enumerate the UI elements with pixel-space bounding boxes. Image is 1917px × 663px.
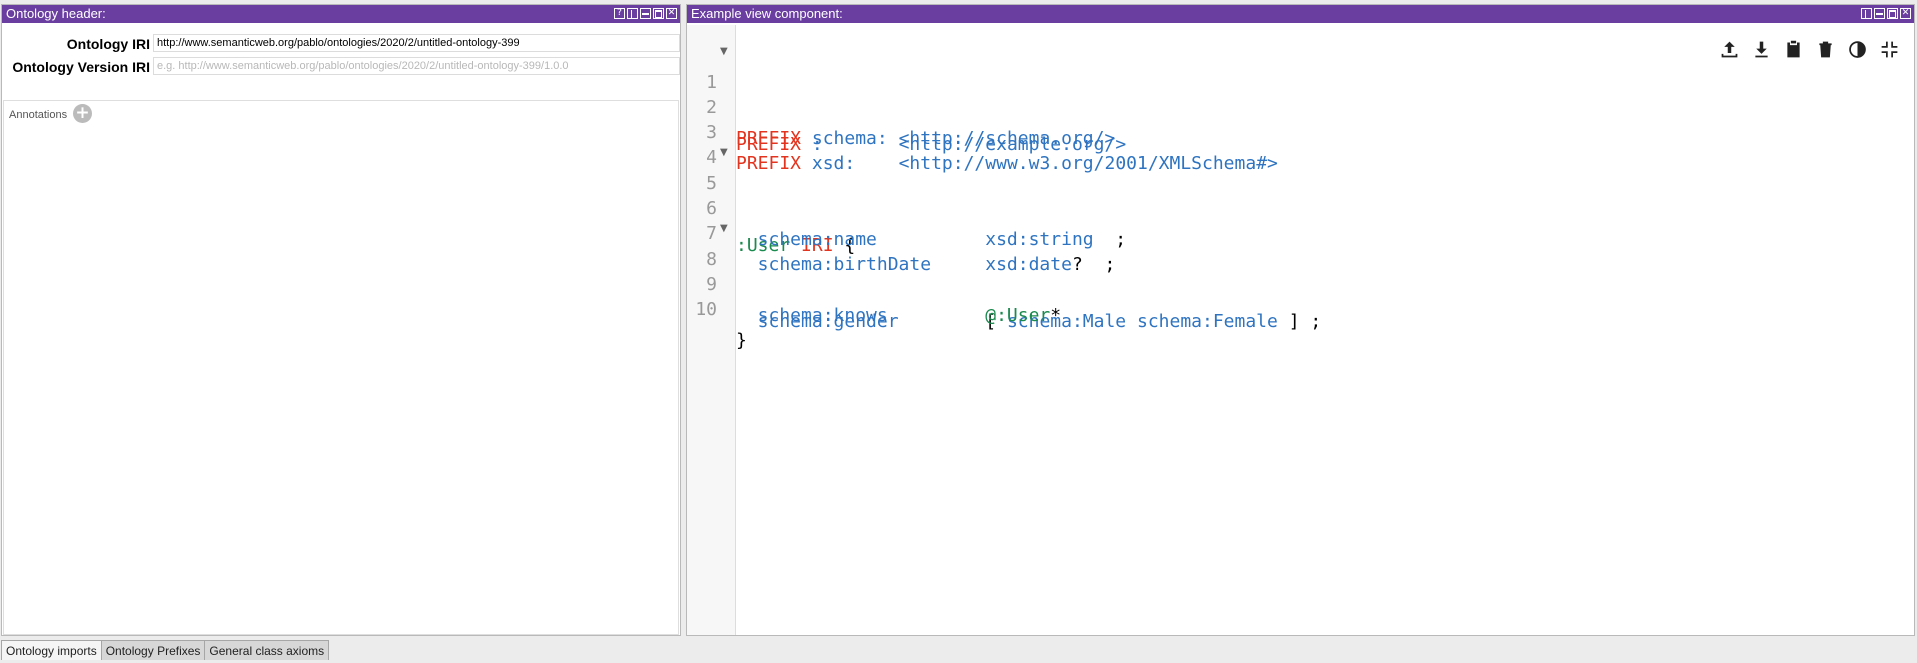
panel-title: Example view component:	[691, 6, 843, 21]
contrast-icon[interactable]	[1847, 39, 1868, 60]
code-line: 10 }	[687, 263, 1914, 351]
window-buttons: ? ✕	[614, 8, 677, 19]
tab-ontology-prefixes[interactable]: Ontology Prefixes	[100, 640, 206, 660]
shape-reference: @:User	[985, 305, 1051, 326]
maximize-icon[interactable]	[1887, 8, 1898, 19]
tab-general-class-axioms[interactable]: General class axioms	[204, 640, 330, 660]
ontology-header-panel: Ontology header: ? ✕ Ontology IRI http:/…	[1, 4, 681, 636]
version-iri-label: Ontology Version IRI	[12, 59, 150, 75]
download-icon[interactable]	[1751, 39, 1772, 60]
annotations-section: Annotations +	[3, 100, 679, 635]
punctuation: *	[1050, 305, 1062, 326]
minimize-icon[interactable]	[1874, 8, 1885, 19]
editor-toolbar	[1719, 39, 1900, 60]
ontology-iri-row: Ontology IRI http://www.semanticweb.org/…	[2, 33, 680, 53]
punctuation: }	[736, 330, 747, 351]
window-buttons: ✕	[1861, 8, 1911, 19]
example-view-panel: Example view component: ✕ 1 ▼ PREFIX : <…	[686, 4, 1915, 636]
close-icon[interactable]: ✕	[666, 8, 677, 19]
tab-ontology-imports[interactable]: Ontology imports	[1, 640, 102, 660]
panel-title: Ontology header:	[6, 6, 106, 21]
add-annotation-icon[interactable]: +	[73, 104, 92, 123]
bottom-tab-bar: Ontology imports Ontology Prefixes Gener…	[1, 640, 330, 660]
split-view-icon[interactable]	[627, 8, 638, 19]
help-icon[interactable]: ?	[614, 8, 625, 19]
line-number: 10	[695, 299, 717, 320]
minimize-icon[interactable]	[640, 8, 651, 19]
ontology-header-titlebar: Ontology header: ? ✕	[2, 5, 680, 23]
clipboard-icon[interactable]	[1783, 39, 1804, 60]
punctuation: ] ;	[1277, 311, 1322, 332]
ontology-iri-label: Ontology IRI	[66, 36, 150, 52]
maximize-icon[interactable]	[653, 8, 664, 19]
trash-icon[interactable]	[1815, 39, 1836, 60]
annotations-label: Annotations	[9, 109, 68, 121]
ontology-iri-field[interactable]: http://www.semanticweb.org/pablo/ontolog…	[153, 34, 680, 52]
property: schema:knows	[736, 305, 986, 326]
version-iri-row: Ontology Version IRI e.g. http://www.sem…	[2, 56, 680, 76]
split-view-icon[interactable]	[1861, 8, 1872, 19]
collapse-icon[interactable]	[1879, 39, 1900, 60]
close-icon[interactable]: ✕	[1900, 8, 1911, 19]
example-view-titlebar: Example view component: ✕	[687, 5, 1914, 23]
upload-icon[interactable]	[1719, 39, 1740, 60]
version-iri-field[interactable]: e.g. http://www.semanticweb.org/pablo/on…	[153, 57, 680, 75]
